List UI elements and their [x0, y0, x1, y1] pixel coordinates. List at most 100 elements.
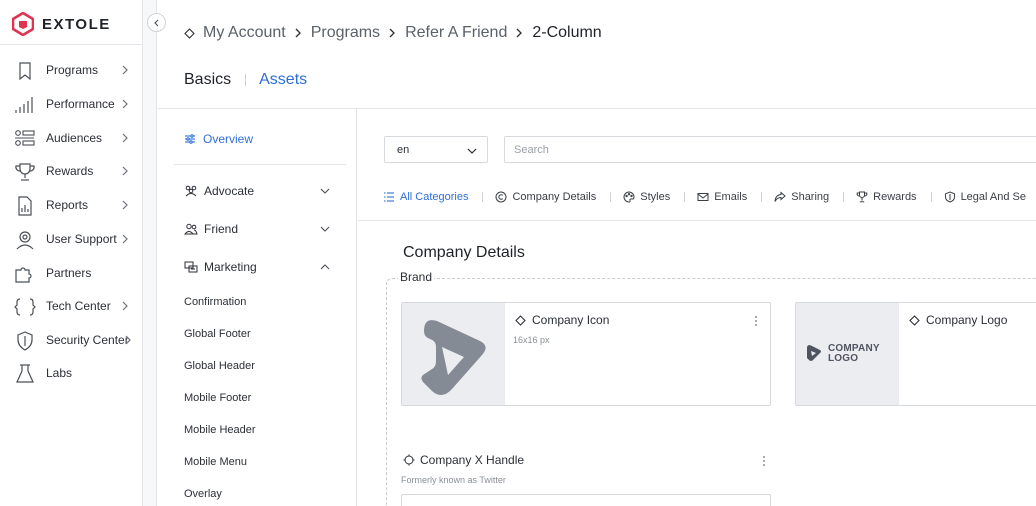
- tree-item-mobile-menu[interactable]: Mobile Menu: [184, 456, 247, 468]
- tree-divider: [174, 164, 346, 165]
- chevron-left-icon: [153, 19, 158, 26]
- chevron-right-icon: [125, 335, 131, 345]
- collapse-sidebar-button[interactable]: [147, 13, 166, 32]
- tab-basics[interactable]: Basics: [184, 71, 231, 89]
- palette-icon: [623, 191, 635, 203]
- section-title: Company Details: [403, 244, 525, 261]
- sidebar-item-label: Tech Center: [46, 299, 111, 313]
- category-legal[interactable]: Legal And Se: [944, 191, 1026, 203]
- diamond-icon: [909, 314, 920, 326]
- search-input[interactable]: [505, 137, 1036, 162]
- category-company-details[interactable]: Company Details: [495, 191, 596, 203]
- shield-icon: [17, 331, 33, 351]
- chevron-down-icon: [320, 188, 330, 194]
- category-styles[interactable]: Styles: [623, 191, 670, 203]
- asset-company-x-handle[interactable]: Company X Handle: [403, 453, 524, 467]
- sidebar-item-label: Programs: [46, 63, 99, 77]
- asset-card-company-icon[interactable]: Company Icon 16x16 px: [401, 302, 771, 406]
- sidebar-item-label: Security Center: [46, 333, 129, 347]
- breadcrumb-my-account[interactable]: My Account: [203, 24, 286, 42]
- category-filter: All Categories Company Details Styles Em…: [383, 189, 1026, 205]
- more-options-icon[interactable]: [762, 455, 766, 467]
- language-select[interactable]: en: [384, 136, 488, 163]
- tab-divider: [245, 74, 247, 86]
- page-tabs: Basics Assets: [184, 70, 307, 90]
- sidebar-item-user-support[interactable]: User Support: [0, 224, 143, 254]
- tree-item-confirmation[interactable]: Confirmation: [184, 296, 246, 308]
- sidebar-item-label: Partners: [46, 266, 92, 280]
- asset-thumbnail: COMPANY LOGO: [796, 303, 899, 405]
- sidebar-item-label: Reports: [46, 198, 89, 212]
- sidebar-item-security-center[interactable]: Security Center: [0, 325, 143, 355]
- category-divider: [684, 192, 686, 202]
- chevron-right-icon: [516, 28, 523, 38]
- app-sidebar: EXTOLE Programs Performance Audiences Re…: [0, 0, 143, 506]
- logo-text-logo: LOGO: [828, 353, 859, 364]
- sidebar-item-labs[interactable]: Labs: [0, 358, 143, 388]
- sidebar-item-reports[interactable]: Reports: [0, 190, 143, 220]
- brand-group-label: Brand: [398, 270, 435, 284]
- sidebar-item-tech-center[interactable]: Tech Center: [0, 291, 143, 321]
- sidebar-item-performance[interactable]: Performance: [0, 89, 143, 119]
- asset-input-card[interactable]: [401, 494, 771, 506]
- asset-card-title-text: Company Logo: [926, 313, 1008, 327]
- chevron-right-icon: [122, 65, 128, 75]
- extole-logo[interactable]: EXTOLE: [12, 12, 111, 36]
- search-field[interactable]: [504, 136, 1036, 163]
- chevron-right-icon: [122, 99, 128, 109]
- tree-item-global-header[interactable]: Global Header: [184, 360, 255, 372]
- tree-item-label: Overview: [203, 132, 254, 146]
- extole-logo-icon: [12, 12, 34, 36]
- category-divider: [761, 192, 763, 202]
- breadcrumb-programs[interactable]: Programs: [311, 24, 380, 42]
- tree-item-overview[interactable]: Overview: [184, 132, 253, 146]
- crosshair-icon: [403, 454, 415, 466]
- sliders-icon: [185, 134, 195, 144]
- category-all[interactable]: All Categories: [383, 191, 468, 203]
- chevron-up-icon: [320, 264, 330, 270]
- flask-icon: [16, 364, 34, 383]
- tree-item-mobile-footer[interactable]: Mobile Footer: [184, 392, 251, 404]
- sidebar-item-label: User Support: [46, 232, 117, 246]
- tree-group-marketing[interactable]: Marketing: [184, 259, 334, 275]
- breadcrumb: My Account Programs Refer A Friend 2-Col…: [184, 22, 602, 44]
- tree-group-friend[interactable]: Friend: [184, 221, 334, 237]
- asset-card-title: Company Icon: [515, 313, 609, 327]
- category-rewards[interactable]: Rewards: [856, 191, 917, 203]
- category-sharing[interactable]: Sharing: [774, 191, 829, 203]
- sidebar-item-audiences[interactable]: Audiences: [0, 123, 143, 153]
- category-label: Legal And Se: [960, 191, 1027, 203]
- sidebar-item-partners[interactable]: Partners: [0, 258, 143, 288]
- people-icon: [184, 223, 198, 235]
- tree-group-label: Marketing: [204, 260, 257, 274]
- company-logo-mark-icon: [807, 345, 821, 361]
- tree-item-global-footer[interactable]: Global Footer: [184, 328, 251, 340]
- tree-item-overlay[interactable]: Overlay: [184, 488, 222, 500]
- sidebar-item-programs[interactable]: Programs: [0, 55, 143, 85]
- tab-assets[interactable]: Assets: [259, 71, 307, 89]
- trophy-icon: [15, 163, 35, 181]
- audience-icon: [15, 130, 35, 146]
- asset-card-title: Company Logo: [909, 313, 1007, 327]
- breadcrumb-refer-a-friend[interactable]: Refer A Friend: [405, 24, 507, 42]
- asset-card-company-logo[interactable]: COMPANY LOGO Company Logo: [795, 302, 1036, 406]
- category-label: Sharing: [791, 191, 830, 203]
- tree-group-advocate[interactable]: Advocate: [184, 183, 334, 199]
- sidebar-item-rewards[interactable]: Rewards: [0, 156, 143, 186]
- brand-name: EXTOLE: [42, 15, 111, 33]
- category-divider: [482, 192, 484, 202]
- language-value: en: [397, 144, 410, 156]
- category-emails[interactable]: Emails: [697, 191, 747, 203]
- sidebar-item-label: Audiences: [46, 131, 103, 145]
- diamond-icon: [515, 314, 526, 326]
- category-label: Rewards: [873, 191, 917, 203]
- tree-group-label: Friend: [204, 222, 239, 236]
- more-options-icon[interactable]: [754, 315, 758, 327]
- chevron-right-icon: [122, 166, 128, 176]
- category-divider: [610, 192, 612, 202]
- trophy-icon: [856, 191, 868, 203]
- tree-item-mobile-header[interactable]: Mobile Header: [184, 424, 256, 436]
- list-icon: [384, 192, 394, 202]
- breadcrumb-current: 2-Column: [532, 24, 602, 41]
- asset-card-title-text: Company Icon: [532, 313, 610, 327]
